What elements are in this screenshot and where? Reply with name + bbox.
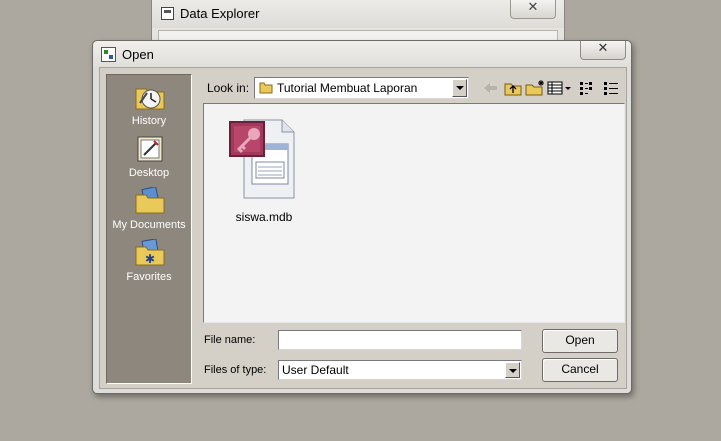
place-desktop-label: Desktop [128,167,170,179]
open-dialog: Open ✕ History Desktop My Documents ✱ Fa… [92,40,632,394]
open-dialog-titlebar[interactable]: Open ✕ [93,40,631,67]
new-folder-button[interactable] [524,78,546,98]
app-icon [161,7,174,20]
place-history-label: History [131,115,167,127]
file-item[interactable]: siswa.mdb [222,114,306,224]
place-desktop[interactable]: Desktop [107,135,191,185]
cancel-button[interactable]: Cancel [542,358,618,382]
filetype-combo[interactable]: User Default [278,360,522,380]
place-history[interactable]: History [107,83,191,133]
my-documents-icon [135,187,165,214]
filename-input[interactable] [279,331,521,349]
lookin-value: Tutorial Membuat Laporan [277,81,418,95]
file-name: siswa.mdb [235,210,293,224]
favorites-icon: ✱ [135,239,165,266]
place-favorites-label: Favorites [126,271,172,283]
list-view-icon [580,82,592,95]
filename-field[interactable] [278,330,522,350]
place-my-documents[interactable]: My Documents [107,187,191,237]
lookin-label: Look in: [207,81,250,95]
views-menu-icon [547,81,571,95]
new-folder-icon [525,80,544,96]
details-view-button[interactable] [600,78,622,98]
filetype-value: User Default [282,363,349,377]
dialog-app-icon [101,47,116,62]
back-button[interactable] [480,78,502,98]
open-button[interactable]: Open [542,329,618,353]
access-database-icon [229,119,295,199]
places-bar: History Desktop My Documents ✱ Favorites [106,74,192,384]
details-view-icon [604,82,618,95]
close-icon: ✕ [597,40,609,55]
svg-text:✱: ✱ [145,252,155,266]
place-favorites[interactable]: ✱ Favorites [107,239,191,289]
chevron-down-icon[interactable] [505,362,520,378]
data-explorer-close-button[interactable]: ✕ [510,0,556,19]
desktop-icon [137,136,163,162]
views-menu-button[interactable] [546,78,572,98]
history-icon [135,88,165,110]
filetype-label: Files of type: [204,364,267,376]
place-my-documents-label: My Documents [112,219,186,231]
up-folder-button[interactable] [502,78,524,98]
open-dialog-close-button[interactable]: ✕ [580,40,626,60]
back-icon [484,83,497,93]
filename-label: File name: [204,334,256,346]
close-icon: ✕ [527,0,539,14]
up-folder-icon [504,83,522,96]
chevron-down-icon[interactable] [452,79,467,97]
data-explorer-titlebar[interactable]: Data Explorer ✕ [152,0,564,28]
lookin-combo[interactable]: Tutorial Membuat Laporan [254,77,469,99]
file-list[interactable]: siswa.mdb [203,103,625,323]
data-explorer-title: Data Explorer [180,6,260,21]
open-dialog-client: History Desktop My Documents ✱ Favorites… [99,67,627,389]
folder-icon [259,82,273,94]
open-dialog-title: Open [122,47,154,62]
list-view-button[interactable] [576,78,598,98]
